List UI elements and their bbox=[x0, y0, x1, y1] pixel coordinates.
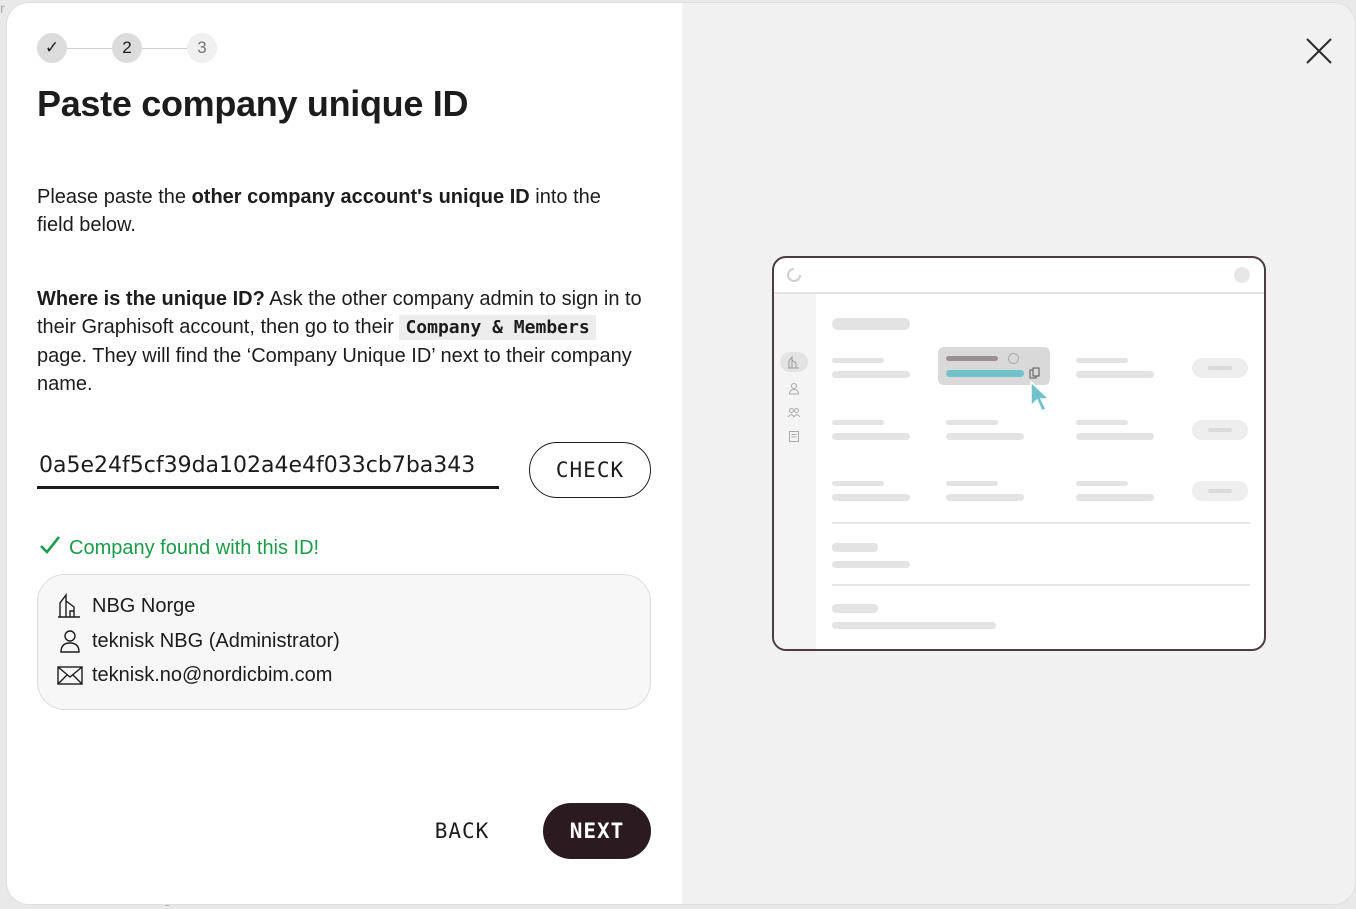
illustration-label-bar bbox=[1076, 358, 1128, 363]
copy-icon bbox=[1029, 367, 1040, 379]
illustration-label-bar bbox=[1076, 420, 1128, 425]
loading-icon bbox=[787, 268, 801, 282]
illustration-label-bar bbox=[946, 420, 998, 425]
illustration-value-bar bbox=[946, 433, 1024, 440]
company-result-card: NBG Norge teknisk NBG (Administrator) te… bbox=[37, 574, 651, 710]
illustration-label-bar bbox=[832, 420, 884, 425]
building-icon bbox=[58, 593, 80, 618]
company-id-input[interactable] bbox=[37, 445, 499, 489]
admin-email: teknisk.no@nordicbim.com bbox=[92, 663, 333, 686]
back-button[interactable]: BACK bbox=[412, 803, 512, 859]
illustration-value-bar bbox=[832, 561, 910, 568]
building-icon bbox=[788, 356, 799, 369]
step-2-active: 2 bbox=[112, 33, 142, 63]
mail-icon bbox=[57, 666, 83, 685]
stepper: ✓ 2 3 bbox=[37, 33, 237, 65]
check-icon bbox=[39, 535, 61, 561]
illustration-value-bar bbox=[832, 433, 910, 440]
company-name: NBG Norge bbox=[92, 594, 196, 617]
modal-illustration-panel bbox=[682, 3, 1355, 904]
user-icon bbox=[60, 630, 80, 653]
code-page-name: Company & Members bbox=[399, 315, 596, 340]
check-button[interactable]: CHECK bbox=[529, 442, 651, 498]
illustration-value-bar bbox=[832, 622, 996, 629]
page-title: Paste company unique ID bbox=[37, 83, 469, 124]
text-bold-segment: other company account's unique ID bbox=[191, 186, 530, 208]
illustration-label-bar bbox=[1076, 481, 1128, 486]
illustration-header bbox=[774, 258, 1264, 294]
success-message: Company found with this ID! bbox=[39, 535, 319, 561]
step-3-todo: 3 bbox=[187, 33, 217, 63]
illustration-value-bar bbox=[1076, 371, 1154, 378]
text-segment: Please paste the bbox=[37, 186, 192, 208]
illustration-label-bar bbox=[832, 358, 884, 363]
user-icon bbox=[788, 383, 800, 395]
illustration-divider bbox=[832, 522, 1250, 524]
illustration-pill bbox=[1192, 481, 1248, 501]
next-button[interactable]: NEXT bbox=[543, 803, 651, 859]
step-1-done: ✓ bbox=[37, 33, 67, 63]
illustration-value-bar bbox=[832, 494, 910, 501]
illustration-value-bar bbox=[832, 371, 910, 378]
help-heading: Where is the unique ID? bbox=[37, 288, 265, 310]
email-row: teknisk.no@nordicbim.com bbox=[56, 662, 332, 688]
text-segment: page. They will find the ‘Company Unique… bbox=[37, 345, 632, 395]
illustration-pill bbox=[1192, 358, 1248, 378]
admin-user: teknisk NBG (Administrator) bbox=[92, 629, 340, 652]
instructions-paragraph: Please paste the other company account's… bbox=[37, 183, 637, 239]
illustration-company-page bbox=[772, 256, 1266, 651]
users-icon bbox=[787, 408, 801, 419]
modal-left-panel: ✓ 2 3 Paste company unique ID Please pas… bbox=[7, 3, 682, 904]
backdrop-edge: r bbox=[0, 0, 5, 16]
illustration-heading-bar bbox=[832, 318, 910, 330]
illustration-label-bar bbox=[832, 604, 878, 613]
illustration-value-bar bbox=[1076, 494, 1154, 501]
stepper-connector bbox=[67, 48, 112, 49]
illustration-value-bar bbox=[1076, 433, 1154, 440]
illustration-label-bar bbox=[832, 481, 884, 486]
illustration-pill bbox=[1192, 420, 1248, 440]
success-text: Company found with this ID! bbox=[69, 536, 320, 559]
avatar-icon bbox=[1234, 267, 1250, 283]
help-paragraph: Where is the unique ID? Ask the other co… bbox=[37, 285, 647, 398]
company-row: NBG Norge bbox=[56, 593, 195, 619]
illustration-value-bar bbox=[946, 494, 1024, 501]
illustration-label-bar bbox=[832, 543, 878, 552]
illustration-divider bbox=[832, 584, 1250, 586]
cursor-icon bbox=[1030, 380, 1051, 413]
illustration-sidebar bbox=[774, 294, 816, 649]
user-row: teknisk NBG (Administrator) bbox=[56, 628, 340, 654]
modal-dialog: ✓ 2 3 Paste company unique ID Please pas… bbox=[7, 3, 1355, 904]
document-icon bbox=[789, 431, 799, 442]
close-icon[interactable] bbox=[1301, 33, 1337, 69]
stepper-connector bbox=[142, 48, 187, 49]
illustration-label-bar bbox=[946, 481, 998, 486]
